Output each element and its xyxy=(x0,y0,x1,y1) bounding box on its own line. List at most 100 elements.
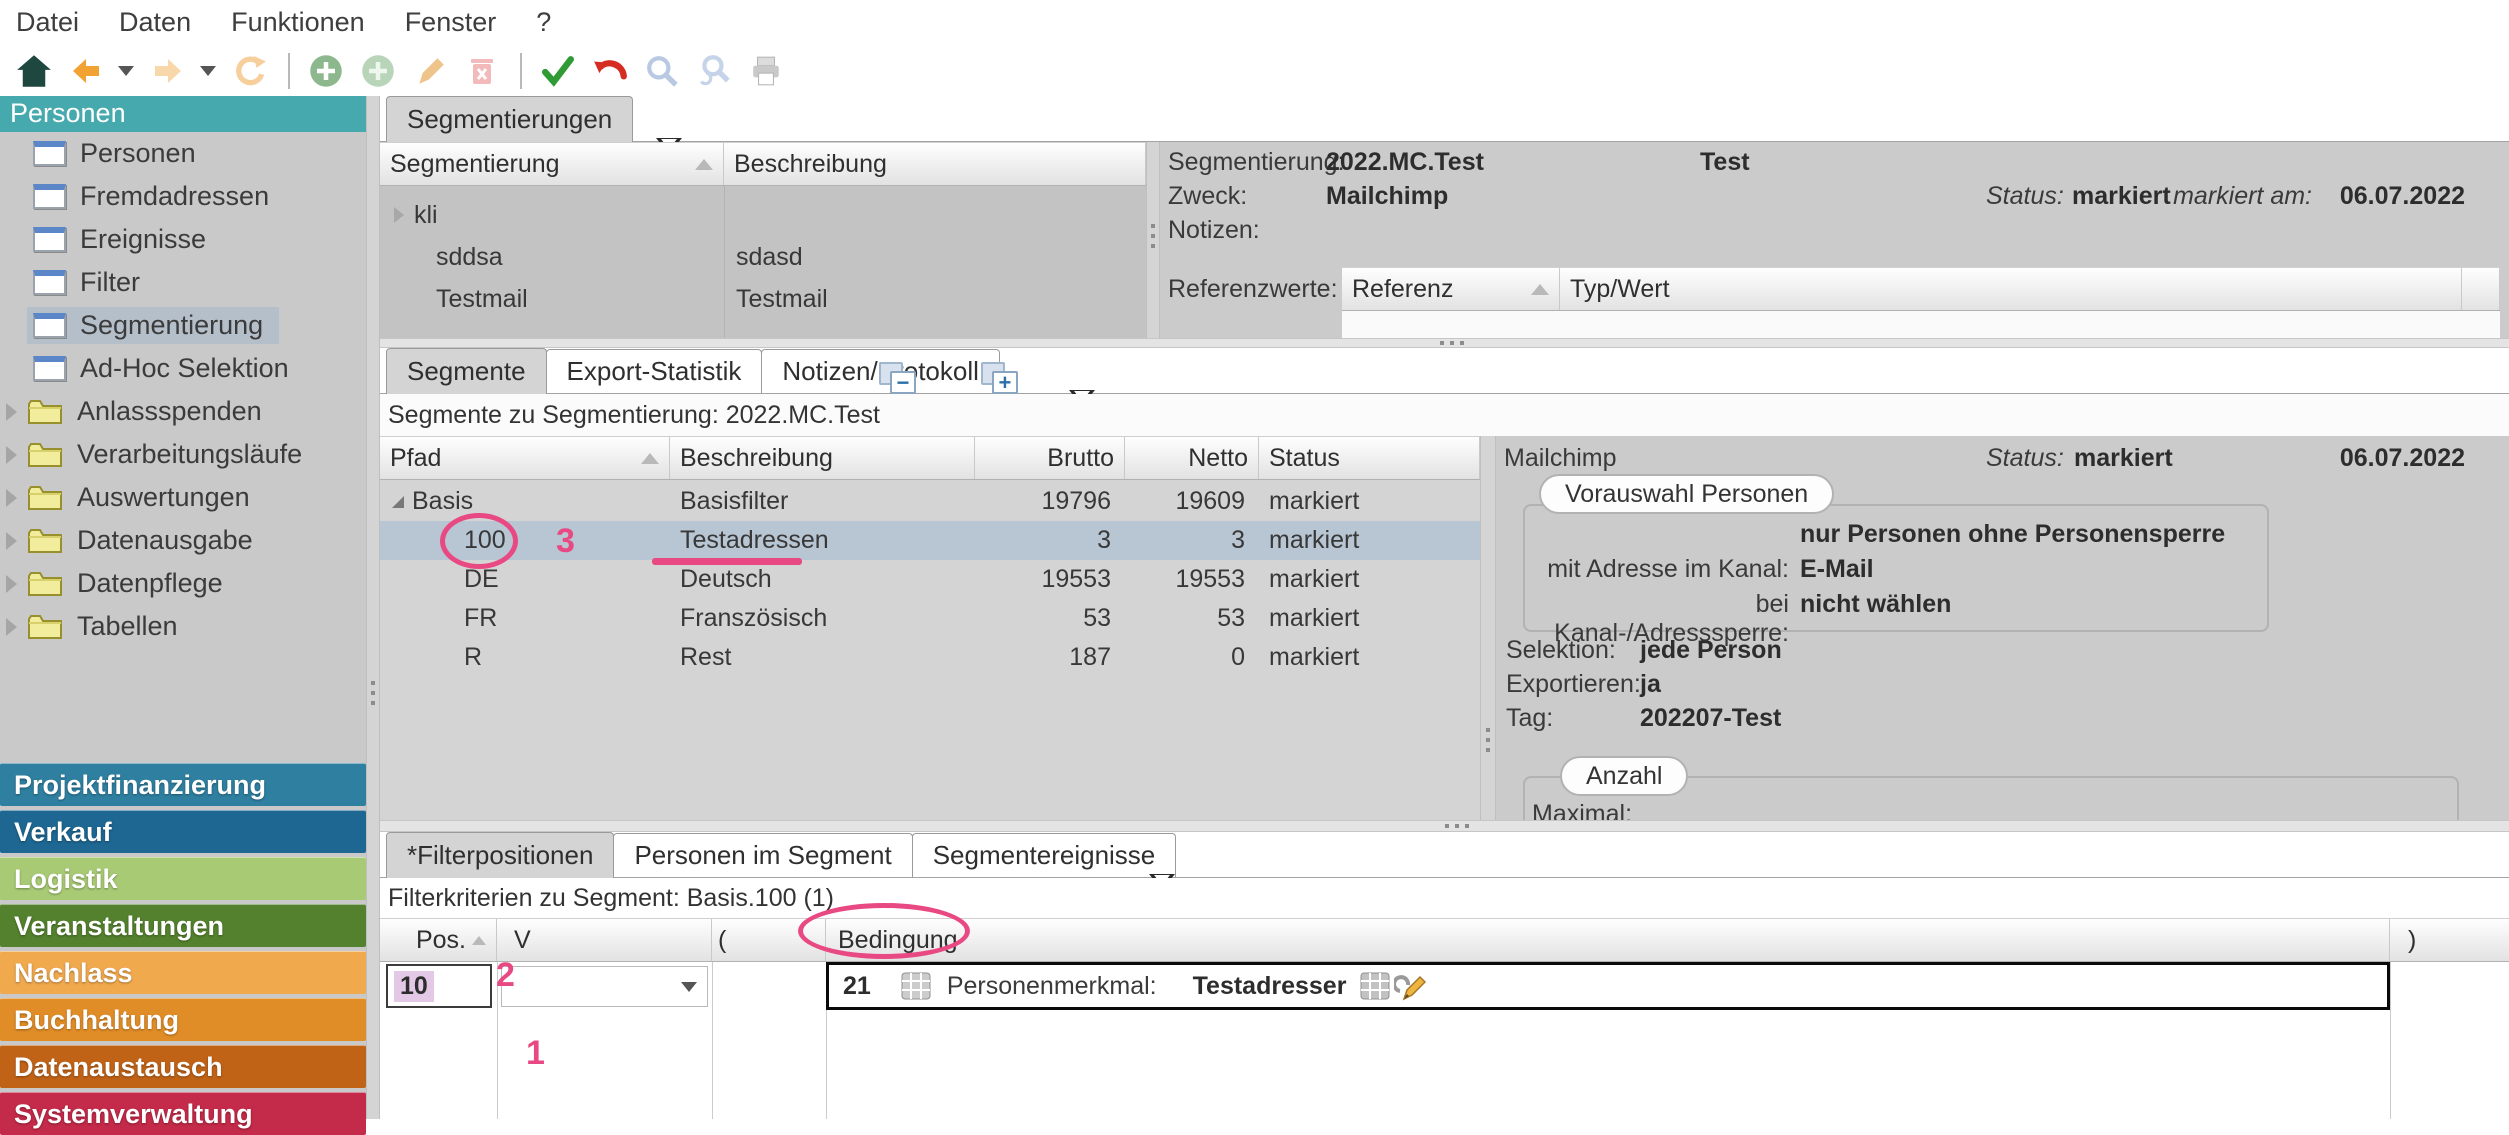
add-copy-icon[interactable] xyxy=(358,51,398,91)
tab-segmentereignisse[interactable]: Segmentereignisse xyxy=(912,833,1177,877)
tab-filterpositionen[interactable]: *Filterpositionen xyxy=(386,832,614,878)
sidebar-item-anlassspenden[interactable]: Anlassspenden xyxy=(0,390,366,433)
section-verkauf[interactable]: Verkauf xyxy=(0,810,366,853)
kanal-value: E-Mail xyxy=(1800,555,1874,584)
sidebar-item-ereignisse[interactable]: Ereignisse xyxy=(0,218,366,261)
pos-input-cell[interactable]: 10 xyxy=(386,964,492,1008)
collapse-arrow-icon[interactable] xyxy=(392,496,404,508)
back-icon[interactable] xyxy=(66,51,106,91)
folder-icon xyxy=(27,613,63,641)
sidebar-item-auswertungen[interactable]: Auswertungen xyxy=(0,476,366,519)
selektion-label: Selektion: xyxy=(1506,636,1616,665)
sidebar-item-datenpflege[interactable]: Datenpflege xyxy=(0,562,366,605)
section-veranstaltungen[interactable]: Veranstaltungen xyxy=(0,904,366,947)
expand-arrow-icon[interactable] xyxy=(6,618,17,636)
expand-arrow-icon[interactable] xyxy=(6,403,17,421)
horizontal-splitter[interactable] xyxy=(380,820,2509,832)
table-row[interactable]: Testmail Testmail xyxy=(380,278,1146,320)
column-header-segmentierung[interactable]: Segmentierung xyxy=(380,143,724,185)
sort-asc-icon xyxy=(641,453,659,464)
column-header-v[interactable]: V xyxy=(497,919,712,961)
horizontal-splitter[interactable] xyxy=(380,338,2509,348)
table-row-selected[interactable]: 100 Testadressen 3 3 markiert xyxy=(380,521,1480,560)
table-row[interactable]: FR Franszösisch 53 53 markiert xyxy=(380,599,1480,638)
sidebar-item-adhoc-selektion[interactable]: Ad-Hoc Selektion xyxy=(0,347,366,390)
sidebar-item-datenausgabe[interactable]: Datenausgabe xyxy=(0,519,366,562)
tab-export-statistik[interactable]: Export-Statistik xyxy=(546,349,763,393)
print-icon[interactable] xyxy=(746,51,786,91)
column-header-typwert[interactable]: Typ/Wert xyxy=(1560,268,2462,310)
add-icon[interactable] xyxy=(306,51,346,91)
section-systemverwaltung[interactable]: Systemverwaltung xyxy=(0,1092,366,1135)
forward-icon[interactable] xyxy=(148,51,188,91)
table-row[interactable]: kli xyxy=(380,194,1146,236)
column-header-pfad[interactable]: Pfad xyxy=(380,437,670,479)
collapse-panel-icon[interactable]: − xyxy=(877,360,921,398)
expand-arrow-icon[interactable] xyxy=(6,575,17,593)
expand-arrow-icon[interactable] xyxy=(6,532,17,550)
confirm-icon[interactable] xyxy=(538,51,578,91)
refresh-icon[interactable] xyxy=(230,51,270,91)
tab-personen-im-segment[interactable]: Personen im Segment xyxy=(613,833,912,877)
table-row[interactable]: Basis Basisfilter 19796 19609 markiert xyxy=(380,482,1480,521)
top-panel-splitter[interactable] xyxy=(1146,142,1160,338)
menu-daten[interactable]: Daten xyxy=(119,7,191,38)
column-header-bedingung[interactable]: Bedingung xyxy=(826,919,2390,961)
sidebar-splitter[interactable] xyxy=(366,96,380,1119)
undo-icon[interactable] xyxy=(590,51,630,91)
middle-tab-bar: Segmente Export-Statistik Notizen/Protok… xyxy=(380,348,2509,394)
tab-segmente[interactable]: Segmente xyxy=(386,348,547,394)
menu-help[interactable]: ? xyxy=(536,7,551,38)
expand-arrow-icon[interactable] xyxy=(6,489,17,507)
search-extended-icon[interactable] xyxy=(694,51,734,91)
edit-icon[interactable] xyxy=(410,51,450,91)
sidebar-item-segmentierung[interactable]: Segmentierung xyxy=(0,304,366,347)
middle-panel-splitter[interactable] xyxy=(1480,436,1496,820)
section-datenaustausch[interactable]: Datenaustausch xyxy=(0,1045,366,1088)
segment-details: Mailchimp Status: markiert 06.07.2022 Vo… xyxy=(1496,436,2509,820)
sidebar-header[interactable]: Personen xyxy=(0,96,366,132)
home-icon[interactable] xyxy=(14,51,54,91)
column-header-referenz[interactable]: Referenz xyxy=(1342,268,1560,310)
menu-fenster[interactable]: Fenster xyxy=(405,7,497,38)
bedingung-cell[interactable]: 21 Personenmerkmal: Testadresser xyxy=(826,962,2390,1010)
sidebar-item-fremdadressen[interactable]: Fremdadressen xyxy=(0,175,366,218)
sidebar-item-tabellen[interactable]: Tabellen xyxy=(0,605,366,648)
expand-panel-icon[interactable]: + xyxy=(979,360,1023,398)
window-icon xyxy=(33,356,66,381)
column-header-close-paren[interactable]: ) xyxy=(2390,919,2509,961)
filter-table: Pos. V ( Bedingung ) 10 21 Personenmerkm… xyxy=(380,918,2509,1119)
section-logistik[interactable]: Logistik xyxy=(0,857,366,900)
tag-value: 202207-Test xyxy=(1640,704,1781,733)
delete-icon[interactable] xyxy=(462,51,502,91)
column-header-beschreibung[interactable]: Beschreibung xyxy=(724,143,1146,185)
sidebar-item-personen[interactable]: Personen xyxy=(0,132,366,175)
section-projektfinanzierung[interactable]: Projektfinanzierung xyxy=(0,763,366,806)
column-header-pos[interactable]: Pos. xyxy=(380,919,497,961)
column-header-beschreibung[interactable]: Beschreibung xyxy=(670,437,975,479)
column-header-netto[interactable]: Netto xyxy=(1125,437,1259,479)
table-grid-icon[interactable] xyxy=(901,972,931,1000)
verknuepfung-dropdown[interactable] xyxy=(501,966,708,1007)
section-buchhaltung[interactable]: Buchhaltung xyxy=(0,998,366,1041)
column-header-status[interactable]: Status xyxy=(1259,437,1480,479)
search-icon[interactable] xyxy=(642,51,682,91)
edit-value-icon[interactable] xyxy=(1394,971,1428,1001)
column-header-brutto[interactable]: Brutto xyxy=(975,437,1125,479)
forward-dropdown-icon[interactable] xyxy=(200,66,216,76)
table-row[interactable]: R Rest 187 0 markiert xyxy=(380,638,1480,677)
annotation-underline-testadressen xyxy=(652,558,802,565)
table-grid-icon[interactable] xyxy=(1360,972,1390,1000)
expand-arrow-icon[interactable] xyxy=(394,207,404,223)
window-icon xyxy=(33,141,66,166)
sidebar-item-verarbeitungslaeufe[interactable]: Verarbeitungsläufe xyxy=(0,433,366,476)
menu-datei[interactable]: Datei xyxy=(16,7,79,38)
tab-segmentierungen[interactable]: Segmentierungen xyxy=(386,96,633,142)
section-nachlass[interactable]: Nachlass xyxy=(0,951,366,994)
expand-arrow-icon[interactable] xyxy=(6,446,17,464)
table-row[interactable]: DE Deutsch 19553 19553 markiert xyxy=(380,560,1480,599)
back-dropdown-icon[interactable] xyxy=(118,66,134,76)
table-row[interactable]: sddsa sdasd xyxy=(380,236,1146,278)
menu-funktionen[interactable]: Funktionen xyxy=(231,7,365,38)
sidebar-item-filter[interactable]: Filter xyxy=(0,261,366,304)
